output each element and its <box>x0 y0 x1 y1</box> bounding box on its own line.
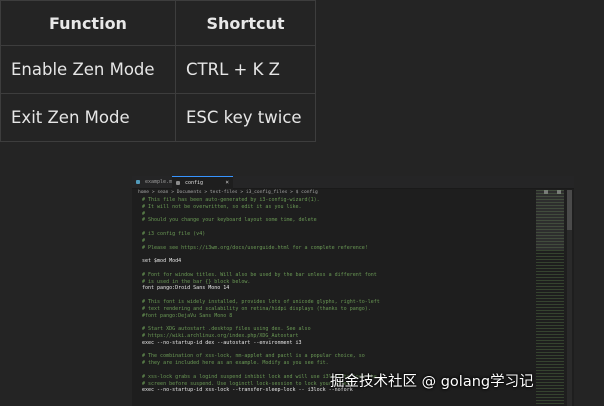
code-line[interactable] <box>142 224 522 231</box>
code-line[interactable]: # they are included here as an example. … <box>142 360 522 367</box>
minimap-slider[interactable] <box>536 190 564 250</box>
shortcut-cell: ESC key twice <box>175 93 316 142</box>
watermark: 掘金技术社区 @ golang学习记 <box>330 374 534 390</box>
close-icon[interactable]: × <box>225 177 229 189</box>
code-line[interactable] <box>142 347 522 354</box>
config-file-icon <box>176 181 180 185</box>
code-line[interactable]: # It will not be overwritten, so edit it… <box>142 204 522 211</box>
code-line[interactable]: # i3 config file (v4) <box>142 231 522 238</box>
table-row: Exit Zen Mode ESC key twice <box>0 93 316 142</box>
tab-config[interactable]: config × <box>172 176 233 189</box>
code-line[interactable]: # text rendering and scalability on reti… <box>142 306 522 313</box>
code-line[interactable] <box>142 265 522 272</box>
scrollbar-thumb[interactable] <box>567 190 572 230</box>
table-row: Enable Zen Mode CTRL + K Z <box>0 45 316 94</box>
code-line[interactable]: # https://wiki.archlinux.org/index.php/X… <box>142 333 522 340</box>
code-line[interactable] <box>142 319 522 326</box>
code-line[interactable]: # <box>142 238 522 245</box>
code-line[interactable]: # This font is widely installed, provide… <box>142 299 522 306</box>
code-line[interactable] <box>142 292 522 299</box>
column-header-function: Function <box>0 0 176 46</box>
shortcut-table: Function Shortcut Enable Zen Mode CTRL +… <box>0 0 316 142</box>
code-line[interactable]: # Font for window titles. Will also be u… <box>142 272 522 279</box>
code-line[interactable]: # This file has been auto-generated by i… <box>142 197 522 204</box>
column-header-shortcut: Shortcut <box>175 0 316 46</box>
markdown-file-icon <box>136 180 140 184</box>
breadcrumb[interactable]: home > sean > Documents > test-files > i… <box>138 189 318 196</box>
tab-label: example.md <box>145 179 176 185</box>
code-line[interactable]: # Should you change your keyboard layout… <box>142 217 522 224</box>
code-line[interactable]: # Start XDG autostart .desktop files usi… <box>142 326 522 333</box>
code-line[interactable]: # is used in the bar {} block below. <box>142 279 522 286</box>
code-line[interactable]: # The combination of xss-lock, nm-applet… <box>142 353 522 360</box>
tab-label: config <box>185 180 204 186</box>
code-line[interactable] <box>142 251 522 258</box>
editor-actions <box>540 179 570 194</box>
code-line[interactable]: # Please see https://i3wm.org/docs/userg… <box>142 245 522 252</box>
code-line[interactable]: # <box>142 211 522 218</box>
code-line[interactable]: #font pango:DejaVu Sans Mono 8 <box>142 313 522 320</box>
table-header-row: Function Shortcut <box>0 0 316 46</box>
shortcut-cell: CTRL + K Z <box>175 45 316 94</box>
function-cell: Exit Zen Mode <box>0 93 176 142</box>
function-cell: Enable Zen Mode <box>0 45 176 94</box>
scrollbar[interactable] <box>567 190 572 406</box>
code-line[interactable]: set $mod Mod4 <box>142 258 522 265</box>
code-line[interactable]: font pango:Droid Sans Mono 14 <box>142 285 522 292</box>
code-line[interactable]: exec --no-startup-id dex --autostart --e… <box>142 340 522 347</box>
editor-tab-bar: example.md config × <box>132 176 574 194</box>
